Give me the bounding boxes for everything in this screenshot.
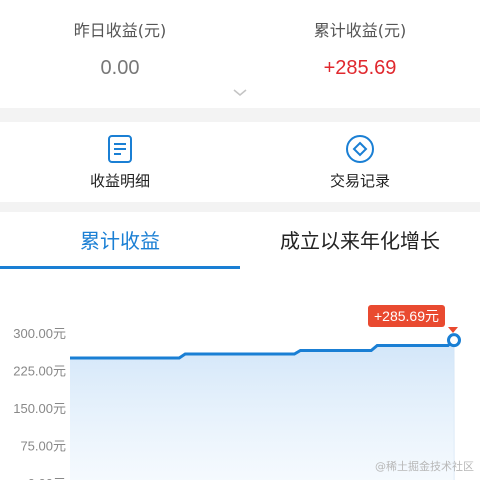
earnings-chart-svg: 300.00元 225.00元 150.00元 75.00元 0.00元	[13, 326, 461, 480]
tab-annualized-growth[interactable]: 成立以来年化增长	[240, 212, 480, 270]
badge-pointer	[448, 327, 458, 333]
y-tick-label: 300.00元	[13, 326, 66, 341]
document-icon	[108, 135, 132, 163]
y-tick-label: 0.00元	[28, 476, 66, 480]
latest-value-point[interactable]	[447, 333, 461, 348]
chevron-down-icon[interactable]	[232, 88, 248, 98]
total-earnings: 累计收益(元) +285.69	[240, 18, 480, 82]
latest-value-badge: +285.69元	[368, 305, 445, 327]
earnings-detail-button[interactable]: 收益明细	[0, 122, 240, 202]
watermark: @稀土掘金技术社区	[375, 460, 474, 473]
yesterday-earnings-value: 0.00	[100, 57, 140, 79]
y-tick-label: 75.00元	[20, 439, 66, 454]
tab-cumulative-earnings[interactable]: 累计收益	[0, 212, 240, 270]
earnings-detail-label: 收益明细	[89, 172, 150, 190]
earnings-summary: 昨日收益(元) 0.00 累计收益(元) +285.69	[0, 0, 480, 108]
y-tick-label: 225.00元	[13, 364, 66, 379]
action-bar: 收益明细 交易记录	[0, 122, 480, 202]
total-earnings-value: +285.69	[323, 57, 397, 79]
earnings-chart: 300.00元 225.00元 150.00元 75.00元 0.00元	[0, 270, 480, 480]
total-earnings-label: 累计收益(元)	[313, 21, 407, 40]
active-tab-indicator	[0, 266, 240, 269]
yesterday-earnings: 昨日收益(元) 0.00	[0, 18, 240, 82]
diamond-icon	[346, 135, 374, 163]
chart-tabs: 累计收益 成立以来年化增长	[0, 212, 480, 270]
transaction-record-label: 交易记录	[329, 172, 390, 190]
y-tick-label: 150.00元	[13, 401, 66, 416]
yesterday-earnings-label: 昨日收益(元)	[73, 21, 167, 40]
transaction-record-button[interactable]: 交易记录	[240, 122, 480, 202]
